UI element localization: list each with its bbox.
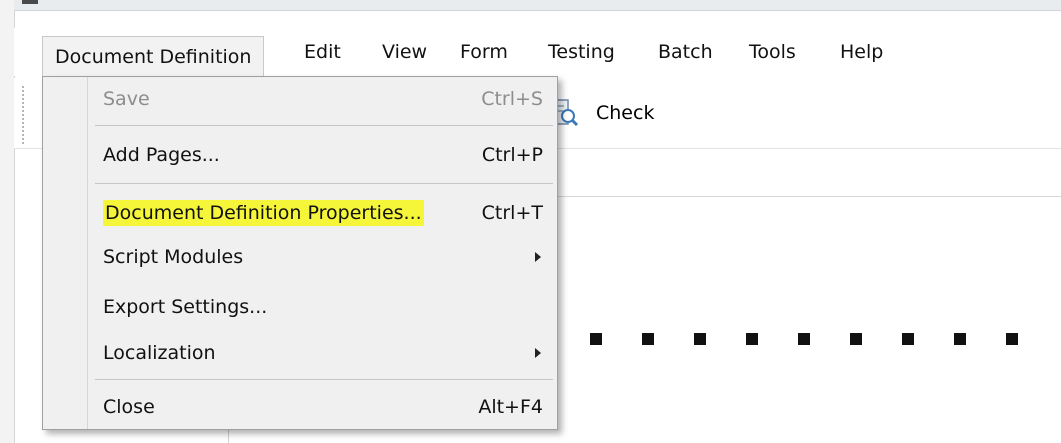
menu-help[interactable]: Help — [840, 28, 883, 76]
toolbar-grip-handle[interactable] — [22, 86, 24, 146]
menu-item-label: Script Modules — [103, 246, 244, 268]
menu-item-document-definition-properties[interactable]: Document Definition Properties... Ctrl+T — [89, 191, 555, 235]
page-marker — [1006, 333, 1018, 345]
menu-separator — [95, 125, 553, 126]
menu-item-label: Localization — [103, 342, 216, 364]
title-bar — [14, 0, 1061, 11]
menu-view[interactable]: View — [382, 28, 427, 76]
menu-item-script-modules[interactable]: Script Modules — [89, 235, 555, 279]
check-button-label[interactable]: Check — [596, 100, 654, 126]
menu-tools[interactable]: Tools — [749, 28, 796, 76]
page-marker — [798, 333, 810, 345]
document-definition-dropdown: Save Ctrl+S Add Pages... Ctrl+P Document… — [42, 76, 558, 430]
page-marker — [694, 333, 706, 345]
menu-item-label: Export Settings... — [103, 296, 268, 318]
menu-separator — [95, 183, 553, 184]
menu-item-shortcut: Ctrl+P — [481, 144, 543, 166]
secondary-toolbar — [548, 150, 1061, 197]
menu-edit[interactable]: Edit — [304, 28, 341, 76]
menu-item-label: Document Definition Properties... — [103, 191, 424, 235]
menu-item-label: Close — [103, 396, 155, 418]
submenu-arrow-icon — [535, 252, 541, 262]
menu-item-label: Save — [103, 88, 150, 110]
menu-item-close[interactable]: Close Alt+F4 — [89, 385, 555, 429]
menu-item-add-pages[interactable]: Add Pages... Ctrl+P — [89, 133, 555, 177]
page-marker — [850, 333, 862, 345]
menu-bar: Document Definition Edit View Form Testi… — [14, 28, 1061, 77]
page-marker — [746, 333, 758, 345]
menu-separator — [95, 379, 553, 380]
menu-item-shortcut: Ctrl+T — [481, 202, 543, 224]
menu-form[interactable]: Form — [460, 28, 508, 76]
menu-icon-gutter — [87, 77, 88, 429]
page-marker — [642, 333, 654, 345]
menu-item-save[interactable]: Save Ctrl+S — [89, 77, 555, 121]
menu-item-export-settings[interactable]: Export Settings... — [89, 285, 555, 329]
menu-item-localization[interactable]: Localization — [89, 331, 555, 375]
page-marker — [902, 333, 914, 345]
menu-item-shortcut: Ctrl+S — [481, 88, 543, 110]
left-window-edge — [0, 0, 15, 443]
page-marker — [590, 333, 602, 345]
menu-item-shortcut: Alt+F4 — [478, 396, 543, 418]
menu-batch[interactable]: Batch — [658, 28, 713, 76]
title-bar-icon — [22, 0, 38, 4]
menu-item-label: Add Pages... — [103, 144, 220, 166]
page-marker — [954, 333, 966, 345]
menu-document-definition[interactable]: Document Definition — [42, 36, 265, 77]
menu-testing[interactable]: Testing — [548, 28, 615, 76]
highlighted-text: Document Definition Properties... — [103, 200, 424, 226]
submenu-arrow-icon — [535, 348, 541, 358]
